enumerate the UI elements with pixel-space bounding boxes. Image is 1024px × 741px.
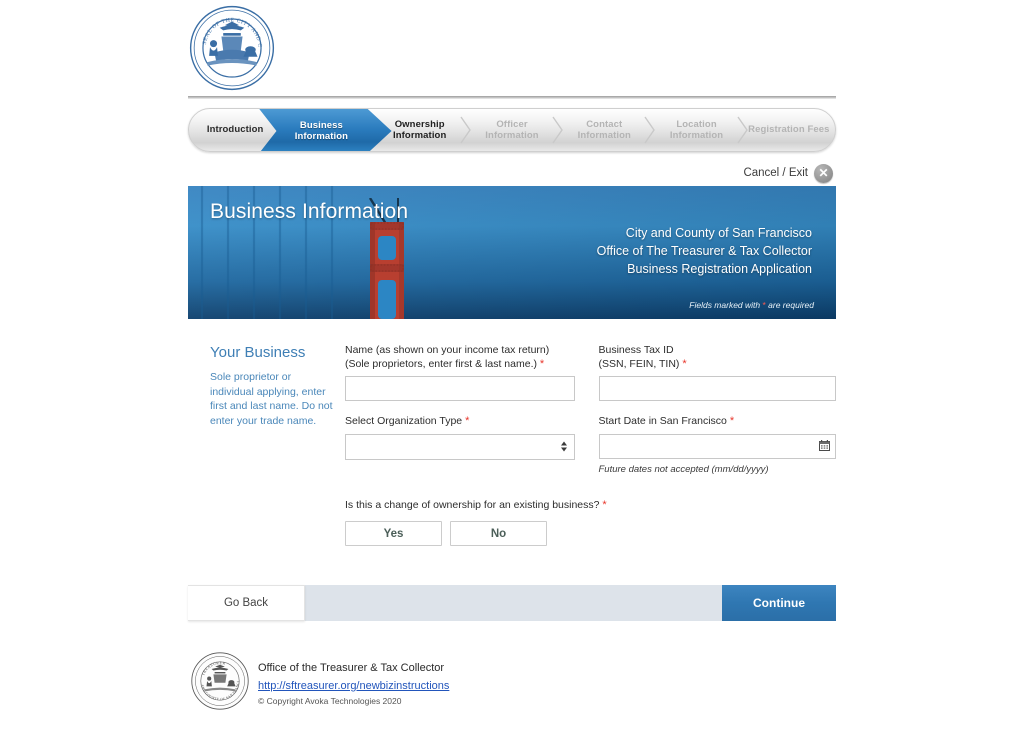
active-step-chevron: Business Information xyxy=(259,109,392,151)
field-group-start-date: Start Date in San Francisco * Future dat… xyxy=(591,415,837,475)
progress-step-label-line1: Location xyxy=(676,118,717,130)
page-footer: TREASURER AND COUNTY OF SAN FRANCISCO xyxy=(188,651,836,711)
banner-agency-block: City and County of San Francisco Office … xyxy=(597,224,812,278)
ownership-change-question-label: Is this a change of ownership for an exi… xyxy=(345,499,820,511)
field-group-organization-type: Select Organization Type * xyxy=(345,415,591,475)
active-step-label-line2: Information xyxy=(294,131,349,142)
progress-step-registration-fees[interactable]: Registration Fees xyxy=(743,109,835,151)
name-label-line2: (Sole proprietors, enter first & last na… xyxy=(345,357,537,370)
ownership-no-button[interactable]: No xyxy=(450,521,547,546)
footer-copyright: © Copyright Avoka Technologies 2020 xyxy=(258,696,402,706)
cancel-exit-row: Cancel / Exit ✕ xyxy=(188,160,836,186)
progress-step-label-line2: Information xyxy=(669,130,724,141)
page-container: SEAL OF THE CITY AND COUNTY OF SAN FRANC… xyxy=(188,0,836,711)
required-asterisk: * xyxy=(465,415,470,427)
footer-office-name: Office of the Treasurer & Tax Collector xyxy=(258,662,445,674)
required-note-suffix: are required xyxy=(765,300,814,310)
active-step-label: Business Information xyxy=(295,120,356,143)
field-group-name: Name (as shown on your income tax return… xyxy=(345,344,591,401)
close-icon[interactable]: ✕ xyxy=(814,163,833,183)
business-tax-id-input[interactable] xyxy=(598,376,836,401)
start-date-hint: Future dates not accepted (mm/dd/yyyy) xyxy=(598,464,769,475)
yes-no-button-group: Yes No xyxy=(345,521,820,546)
form-action-bar: Go Back Continue xyxy=(188,585,836,621)
progress-step-label-line1: Contact xyxy=(586,118,623,130)
sf-city-seal-icon: SEAL OF THE CITY AND COUNTY OF SAN FRANC… xyxy=(188,4,275,91)
progress-step-contact-information[interactable]: Contact Information xyxy=(558,109,656,151)
go-back-button[interactable]: Go Back xyxy=(188,585,305,621)
active-step-label-line1: Business xyxy=(299,119,343,131)
treasurer-seal-icon: TREASURER AND COUNTY OF SAN FRANCISCO xyxy=(190,651,249,710)
banner-title: Business Information xyxy=(210,200,409,223)
field-row-spacer xyxy=(345,405,836,415)
name-label-line1: Name (as shown on your income tax return… xyxy=(345,344,550,356)
progress-step-business-information[interactable]: Business Information xyxy=(259,109,392,151)
progress-step-officer-information[interactable]: Officer Information xyxy=(466,109,563,151)
progress-step-label: Introduction xyxy=(206,124,264,136)
business-name-input[interactable] xyxy=(345,376,575,401)
start-date-input[interactable] xyxy=(598,434,836,459)
application-page: SEAL OF THE CITY AND COUNTY OF SAN FRANC… xyxy=(0,0,1024,741)
ownership-change-question-text: Is this a change of ownership for an exi… xyxy=(345,499,600,511)
required-asterisk: * xyxy=(729,415,735,427)
name-label: Name (as shown on your income tax return… xyxy=(345,344,575,371)
ownership-change-question-block: Is this a change of ownership for an exi… xyxy=(345,499,836,546)
progress-step-location-information[interactable]: Location Information xyxy=(650,109,748,151)
progress-step-ownership-information[interactable]: Ownership Information xyxy=(374,109,471,151)
tax-id-label: Business Tax ID (SSN, FEIN, TIN) * xyxy=(599,344,837,371)
organization-type-select-wrap xyxy=(345,434,575,460)
required-fields-note: Fields marked with * are required xyxy=(689,300,814,310)
agency-line-2: Office of The Treasurer & Tax Collector xyxy=(596,244,812,258)
footer-text-block: Office of the Treasurer & Tax Collector … xyxy=(258,651,449,706)
sidebar-help-text: Sole proprietor or individual applying, … xyxy=(210,371,333,427)
agency-line-3: Business Registration Application xyxy=(627,262,812,276)
agency-line-1: City and County of San Francisco xyxy=(625,226,812,240)
form-sidebar: Your Business Sole proprietor or individ… xyxy=(188,344,345,546)
organization-type-select[interactable] xyxy=(345,434,575,460)
header-divider xyxy=(188,96,836,99)
start-date-label: Start Date in San Francisco * xyxy=(599,415,837,429)
required-asterisk: * xyxy=(539,357,545,370)
required-asterisk: * xyxy=(682,357,687,370)
organization-type-label-text: Select Organization Type xyxy=(345,415,463,427)
field-group-tax-id: Business Tax ID (SSN, FEIN, TIN) * xyxy=(591,344,837,401)
cancel-exit-label[interactable]: Cancel / Exit xyxy=(743,167,808,179)
form-area: Your Business Sole proprietor or individ… xyxy=(188,319,836,546)
progress-step-label-line1: Officer xyxy=(496,118,528,130)
start-date-label-text: Start Date in San Francisco xyxy=(598,415,727,427)
footer-instructions-link[interactable]: http://sftreasurer.org/newbizinstruction… xyxy=(258,679,449,694)
page-banner: Business Information City and County of … xyxy=(188,186,836,319)
continue-button[interactable]: Continue xyxy=(722,585,836,621)
ownership-yes-button[interactable]: Yes xyxy=(345,521,442,546)
required-asterisk: * xyxy=(602,499,607,511)
tax-id-label-line2: (SSN, FEIN, TIN) xyxy=(598,357,680,370)
progress-steps: Introduction Business Information Owners… xyxy=(188,108,836,152)
progress-step-label-line2: Information xyxy=(577,130,631,141)
organization-type-label: Select Organization Type * xyxy=(345,415,575,429)
tax-id-label-line1: Business Tax ID xyxy=(598,344,674,356)
progress-step-label-line2: Information xyxy=(393,130,447,141)
required-note-prefix: Fields marked with xyxy=(689,300,763,310)
header-logo-area: SEAL OF THE CITY AND COUNTY OF SAN FRANC… xyxy=(188,0,836,96)
form-fields: Name (as shown on your income tax return… xyxy=(345,344,836,546)
progress-step-label-line1: Ownership xyxy=(394,118,445,130)
progress-step-label-line2: Information xyxy=(485,130,539,141)
start-date-input-wrap xyxy=(598,434,836,459)
progress-step-label: Registration Fees xyxy=(748,124,830,136)
sidebar-title: Your Business xyxy=(210,344,306,361)
